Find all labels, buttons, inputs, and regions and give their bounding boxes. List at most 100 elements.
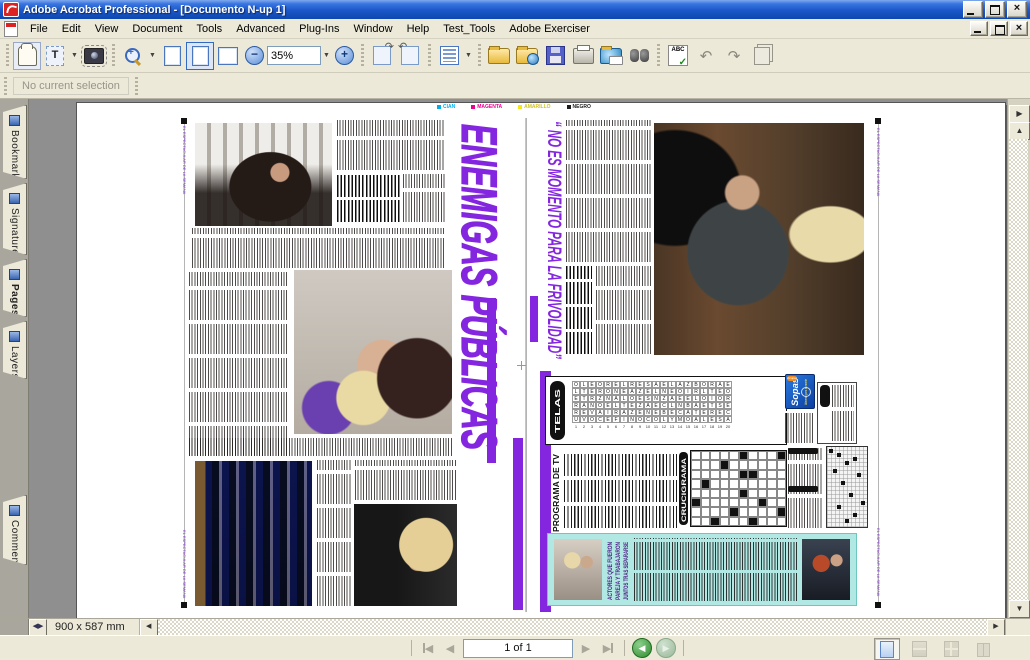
spellcheck-button[interactable]: ABC: [664, 42, 692, 70]
redo-button[interactable]: ↷: [720, 42, 748, 70]
scroll-up-button[interactable]: ▲: [1009, 122, 1030, 140]
wordsearch-title-pill: TELAS: [550, 381, 565, 440]
zoom-out-button[interactable]: −: [245, 46, 264, 65]
zoom-level-input[interactable]: 35%: [267, 46, 321, 65]
menu-edit[interactable]: Edit: [55, 21, 88, 37]
email-button[interactable]: [597, 42, 625, 70]
single-page-layout-button[interactable]: [874, 638, 900, 660]
menu-file[interactable]: File: [23, 21, 55, 37]
toolbar-grip[interactable]: [134, 77, 139, 95]
tab-comments[interactable]: Comments: [3, 495, 27, 565]
scroll-down-button[interactable]: ▼: [1009, 600, 1030, 618]
search-button[interactable]: [625, 42, 653, 70]
menu-tools[interactable]: Tools: [190, 21, 230, 37]
fit-page-button[interactable]: [186, 42, 214, 70]
scroll-left-button[interactable]: ◀: [140, 619, 158, 636]
snapshot-tool-button[interactable]: [80, 42, 108, 70]
menu-adobe-exerciser[interactable]: Adobe Exerciser: [502, 21, 597, 37]
copy-icon: [754, 47, 770, 65]
promo-text-box: [817, 382, 857, 444]
minimize-icon: [967, 13, 974, 15]
pane-splitter-button[interactable]: ◀▶: [29, 619, 47, 636]
zoom-level-dropdown[interactable]: ▼: [321, 43, 332, 69]
next-view-button[interactable]: ▶: [656, 638, 676, 658]
menu-test-tools[interactable]: Test_Tools: [436, 21, 502, 37]
scrollbar-corner: [1005, 619, 1030, 635]
open-web-button[interactable]: [513, 42, 541, 70]
page-options-dropdown[interactable]: ▼: [463, 43, 474, 69]
select-text-dropdown[interactable]: ▼: [69, 43, 80, 69]
tab-pages[interactable]: Pages: [3, 259, 27, 317]
doc-restore-button[interactable]: [990, 21, 1008, 36]
rotate-counterclockwise-button[interactable]: [396, 42, 424, 70]
doc-close-button[interactable]: ×: [1010, 21, 1028, 36]
open-button[interactable]: [485, 42, 513, 70]
pdf-page: CIAN MAGENTA AMARILLO NEGRO EL ESPECTACU…: [76, 102, 1006, 618]
menu-help[interactable]: Help: [400, 21, 437, 37]
toolbar-grip[interactable]: [3, 77, 8, 95]
select-text-button[interactable]: T: [41, 42, 69, 70]
first-page-button[interactable]: ◀: [419, 639, 437, 657]
toolbar-grip[interactable]: [5, 44, 10, 68]
copy-button[interactable]: [748, 42, 776, 70]
scrollbar-track[interactable]: [1009, 139, 1028, 601]
actual-size-button[interactable]: [158, 42, 186, 70]
pane-expand-button[interactable]: ▶: [1009, 105, 1030, 123]
photo-couple-redhead: [802, 539, 850, 600]
tab-bookmarks[interactable]: Bookmarks: [3, 105, 27, 179]
menu-advanced[interactable]: Advanced: [229, 21, 292, 37]
binoculars-icon: [630, 49, 649, 62]
print-button[interactable]: [569, 42, 597, 70]
minimize-button[interactable]: [963, 1, 983, 18]
page-number-input[interactable]: 1 of 1: [463, 639, 573, 658]
continuous-layout-button[interactable]: [906, 638, 932, 660]
hand-tool-button[interactable]: [13, 42, 41, 70]
zoom-tool-dropdown[interactable]: ▼: [147, 43, 158, 69]
toolbar-grip[interactable]: [427, 44, 432, 68]
next-page-button[interactable]: ▶: [577, 639, 595, 657]
continuous-facing-icon: [944, 641, 959, 657]
magnifier-icon: [124, 47, 142, 65]
document-pane[interactable]: CIAN MAGENTA AMARILLO NEGRO EL ESPECTACU…: [29, 99, 1007, 618]
toolbar-grip[interactable]: [656, 44, 661, 68]
menu-view[interactable]: View: [88, 21, 126, 37]
toolbar-grip[interactable]: [360, 44, 365, 68]
toolbar-grip[interactable]: [477, 44, 482, 68]
doc-minimize-button[interactable]: [970, 21, 988, 36]
left-arrow-icon: ◀: [425, 642, 433, 655]
tab-layers[interactable]: Layers: [3, 321, 27, 379]
previous-page-button[interactable]: ◀: [441, 639, 459, 657]
tab-signatures[interactable]: Signatures: [3, 183, 27, 255]
last-page-button[interactable]: ▶: [599, 639, 617, 657]
zoom-tool-button[interactable]: [119, 42, 147, 70]
save-icon: [546, 46, 565, 65]
web-folder-icon: [516, 48, 538, 64]
vertical-scrollbar[interactable]: ▶ ▲ ▼: [1007, 99, 1030, 618]
horizontal-scrollbar-track[interactable]: [158, 619, 987, 635]
page-options-button[interactable]: [435, 42, 463, 70]
body-text-block: [189, 438, 452, 456]
restore-button[interactable]: [985, 1, 1005, 18]
intro-bold-text: [566, 266, 592, 354]
close-button[interactable]: ×: [1007, 1, 1027, 18]
rotate-clockwise-button[interactable]: [368, 42, 396, 70]
right-arrow-icon: ▶: [582, 642, 590, 655]
save-button[interactable]: [541, 42, 569, 70]
continuous-facing-layout-button[interactable]: [938, 638, 964, 660]
undo-button[interactable]: ↶: [692, 42, 720, 70]
menu-window[interactable]: Window: [346, 21, 399, 37]
toolbar-grip[interactable]: [111, 44, 116, 68]
left-page-edge-marks: EL ESPECTACULAR DE LA SEMANA EL ESPECTAC…: [181, 118, 187, 608]
right-arrow-icon: ▶: [603, 642, 611, 655]
scroll-right-button[interactable]: ▶: [987, 619, 1005, 636]
fit-width-button[interactable]: [214, 42, 242, 70]
down-arrow-icon: ▼: [1016, 604, 1024, 613]
zoom-in-button[interactable]: +: [335, 46, 354, 65]
separator: [624, 640, 625, 656]
photo-man-at-desk: [654, 123, 864, 355]
color-mark-cyan: CIAN: [437, 104, 455, 110]
facing-layout-button[interactable]: [970, 638, 996, 660]
menu-document[interactable]: Document: [125, 21, 189, 37]
previous-view-button[interactable]: ◀: [632, 638, 652, 658]
menu-plugins[interactable]: Plug-Ins: [292, 21, 346, 37]
